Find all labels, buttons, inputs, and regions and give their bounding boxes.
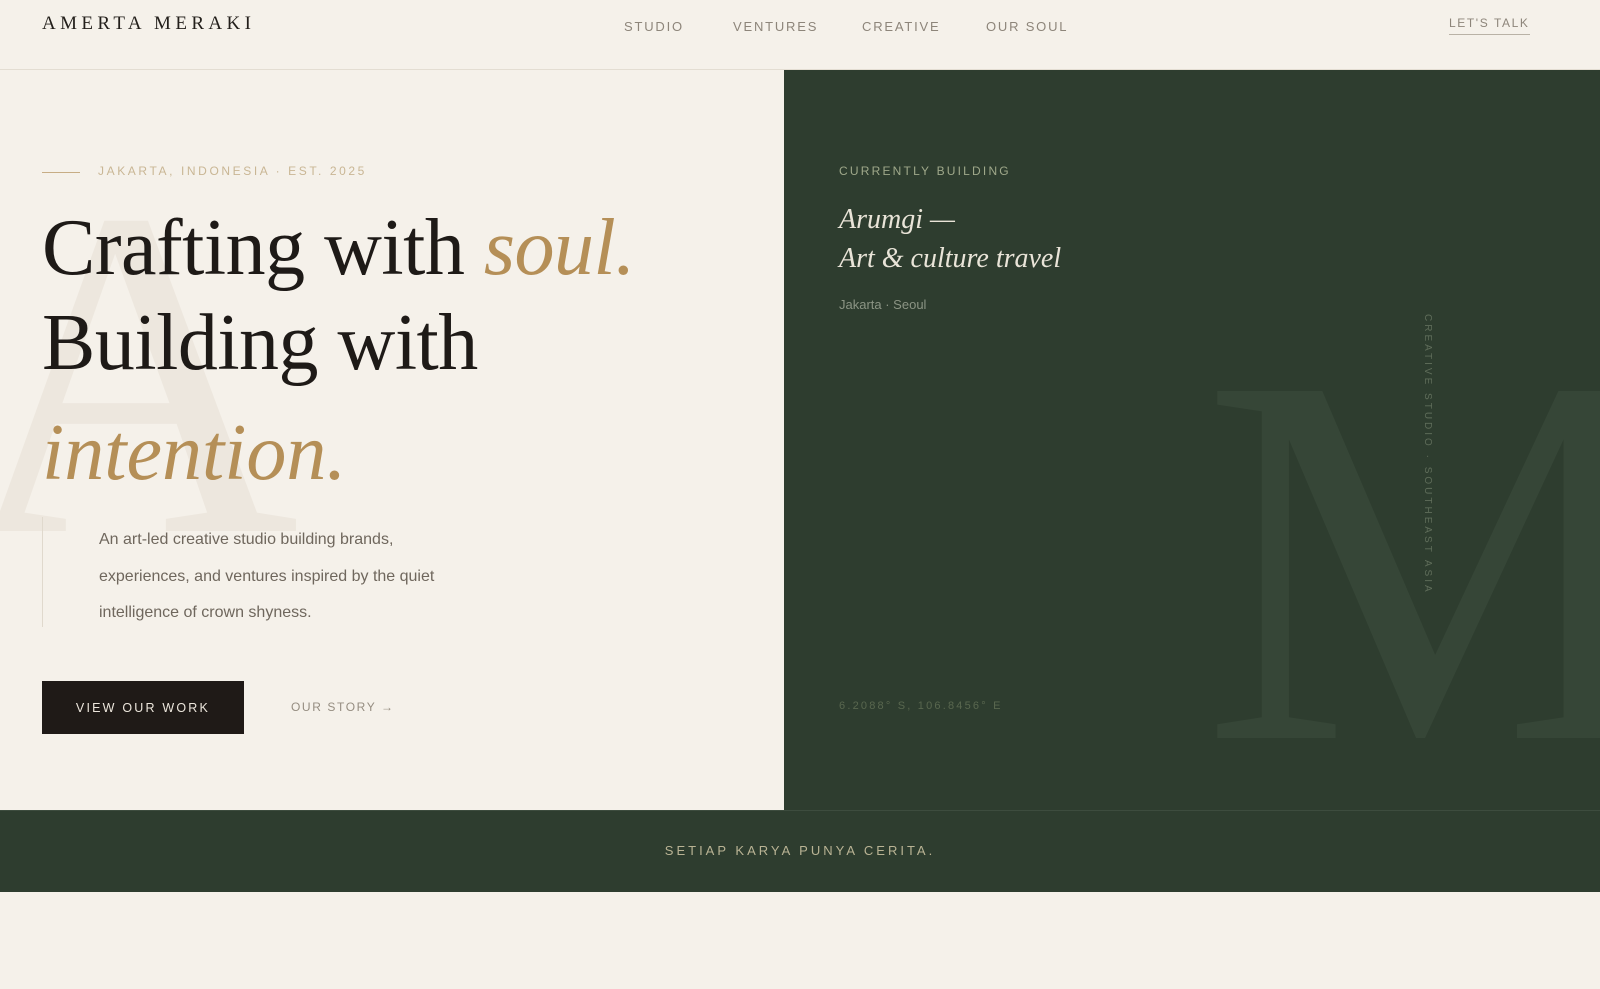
page-bottom-area [0, 892, 1600, 989]
site-header: AMERTA MERAKI STUDIO VENTURES CREATIVE O… [0, 0, 1600, 70]
headline-line-1-text: Crafting with [42, 204, 484, 292]
nav-item-studio[interactable]: STUDIO [624, 19, 684, 34]
vertical-tagline: CREATIVE STUDIO · SOUTHEAST ASIA [1422, 314, 1433, 595]
coordinates-text: 6.2088° S, 106.8456° E [839, 700, 1003, 712]
headline-line-2: Building with [42, 299, 478, 387]
current-project-panel: M CURRENTLY BUILDING Arumgi — Art & cult… [784, 70, 1600, 810]
description-rule [42, 517, 43, 627]
nav-item-ventures[interactable]: VENTURES [733, 19, 818, 34]
lets-talk-link[interactable]: LET'S TALK [1449, 16, 1530, 35]
our-story-link[interactable]: OUR STORY → [291, 700, 395, 714]
nav-item-creative[interactable]: CREATIVE [862, 19, 940, 34]
nav-item-our-soul[interactable]: OUR SOUL [986, 19, 1068, 34]
currently-building-label: CURRENTLY BUILDING [839, 164, 1011, 178]
headline-accent-intention: intention. [42, 409, 347, 497]
tagline-band: SETIAP KARYA PUNYA CERITA. [0, 810, 1600, 892]
project-title: Arumgi — Art & culture travel [839, 200, 1061, 278]
project-location: Jakarta · Seoul [839, 297, 927, 312]
headline-line-1: Crafting with soul. [42, 203, 635, 294]
main-nav: STUDIO VENTURES CREATIVE OUR SOUL [0, 19, 1600, 39]
band-tagline: SETIAP KARYA PUNYA CERITA. [664, 843, 936, 858]
hero-intro: A JAKARTA, INDONESIA · EST. 2025 Craftin… [0, 70, 784, 810]
hero-description: An art-led creative studio building bran… [99, 531, 435, 621]
location-eyebrow: JAKARTA, INDONESIA · EST. 2025 [98, 164, 367, 178]
watermark-letter-m: M [1202, 266, 1600, 811]
project-title-line-1: Arumgi — [839, 204, 955, 235]
eyebrow-rule [42, 172, 80, 173]
headline-accent-soul: soul. [483, 204, 635, 292]
view-our-work-button[interactable]: VIEW OUR WORK [42, 681, 244, 734]
project-title-line-2: Art & culture travel [839, 243, 1062, 274]
